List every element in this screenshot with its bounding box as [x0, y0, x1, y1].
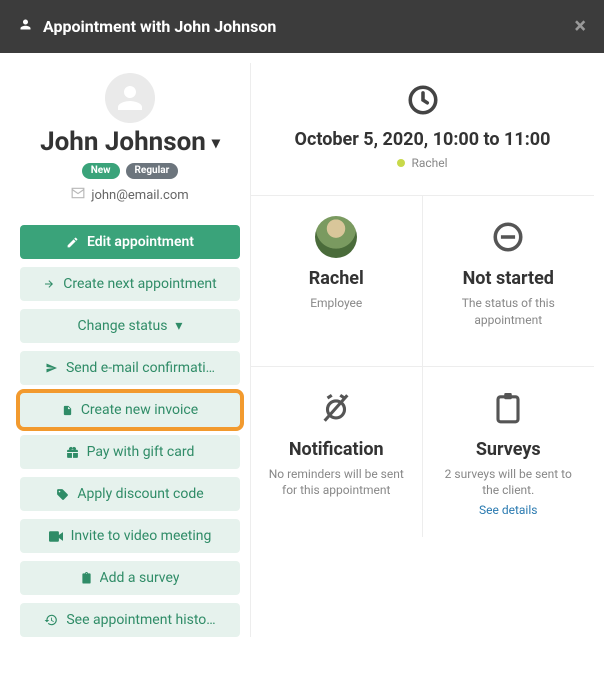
surveys-card: Surveys 2 surveys will be sent to the cl… — [423, 367, 595, 538]
client-avatar — [105, 73, 155, 123]
modal-header: Appointment with John Johnson × — [0, 0, 604, 53]
clipboard-icon — [437, 387, 581, 429]
modal-title: Appointment with John Johnson — [43, 17, 276, 36]
edit-appointment-button[interactable]: Edit appointment — [20, 225, 240, 259]
client-name-dropdown[interactable]: John Johnson ▾ — [20, 127, 240, 157]
video-icon — [49, 531, 63, 542]
envelope-icon — [71, 187, 85, 203]
chevron-down-icon: ▾ — [212, 133, 220, 152]
see-details-link[interactable]: See details — [437, 503, 581, 517]
badge-new: New — [82, 163, 120, 179]
status-dot-icon — [397, 159, 405, 167]
notification-off-icon — [265, 387, 408, 429]
create-new-invoice-button[interactable]: Create new invoice — [20, 393, 240, 427]
arrow-right-icon — [43, 278, 55, 290]
clipboard-icon — [81, 571, 92, 585]
employee-card: Rachel Employee — [251, 196, 423, 367]
chevron-down-icon: ▾ — [175, 318, 182, 334]
invite-video-meeting-button[interactable]: Invite to video meeting — [20, 519, 240, 553]
badge-regular: Regular — [126, 163, 179, 179]
clock-icon — [406, 83, 440, 117]
pay-with-gift-card-button[interactable]: Pay with gift card — [20, 435, 240, 469]
tag-icon — [56, 488, 69, 501]
add-survey-button[interactable]: Add a survey — [20, 561, 240, 595]
info-grid: Rachel Employee Not started The status o… — [251, 196, 594, 537]
close-icon[interactable]: × — [574, 14, 586, 39]
left-panel: John Johnson ▾ New Regular john@email.co… — [10, 63, 250, 637]
pencil-icon — [66, 236, 79, 249]
not-started-icon — [437, 216, 581, 258]
gift-icon — [66, 446, 79, 459]
employee-avatar — [315, 216, 357, 258]
send-icon — [45, 362, 58, 374]
client-name: John Johnson — [40, 127, 206, 157]
file-icon — [62, 404, 73, 417]
history-icon — [44, 613, 58, 627]
see-appointment-history-button[interactable]: See appointment histo… — [20, 603, 240, 637]
create-next-appointment-button[interactable]: Create next appointment — [20, 267, 240, 301]
send-email-confirmation-button[interactable]: Send e-mail confirmati… — [20, 351, 240, 385]
status-card: Not started The status of this appointme… — [423, 196, 595, 367]
right-panel: October 5, 2020, 10:00 to 11:00 Rachel R… — [250, 63, 594, 637]
employee-chip: Rachel — [397, 156, 447, 170]
client-email[interactable]: john@email.com — [20, 187, 240, 203]
modal-body: John Johnson ▾ New Regular john@email.co… — [0, 53, 604, 647]
notification-card: Notification No reminders will be sent f… — [251, 367, 423, 538]
schedule-datetime: October 5, 2020, 10:00 to 11:00 — [261, 129, 584, 150]
change-status-button[interactable]: Change status ▾ — [20, 309, 240, 343]
apply-discount-code-button[interactable]: Apply discount code — [20, 477, 240, 511]
appointment-modal: Appointment with John Johnson × John Joh… — [0, 0, 604, 647]
schedule-section: October 5, 2020, 10:00 to 11:00 Rachel — [251, 63, 594, 196]
action-buttons: Edit appointment Create next appointment… — [20, 225, 240, 637]
person-icon — [18, 17, 33, 36]
